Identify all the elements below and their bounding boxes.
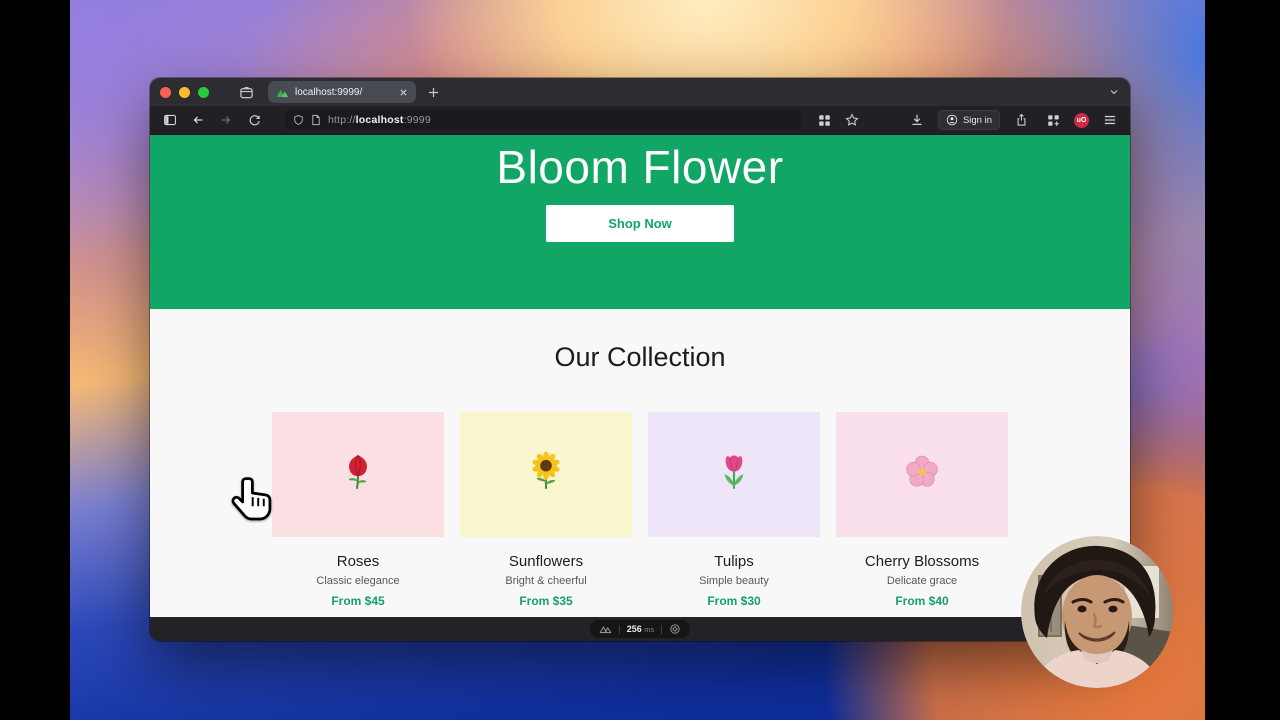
hero-section: Bloom Flower Shop Now [150, 135, 1130, 309]
page-viewport: Bloom Flower Shop Now Our Collection Ros… [150, 135, 1130, 617]
sign-in-button[interactable]: Sign in [938, 110, 1000, 130]
localhost-favicon-icon [276, 87, 289, 98]
extensions-icon[interactable] [1042, 114, 1064, 127]
close-tab-icon[interactable] [399, 88, 408, 97]
reload-button[interactable] [243, 114, 265, 127]
forward-button[interactable] [215, 113, 237, 127]
product-name: Tulips [648, 553, 820, 570]
back-button[interactable] [187, 113, 209, 127]
product-card-cherry-blossoms[interactable]: Cherry Blossoms Delicate grace From $40 [836, 412, 1008, 608]
product-card-roses[interactable]: Roses Classic elegance From $45 [272, 412, 444, 608]
site-title: Bloom Flower [150, 135, 1130, 194]
product-card-tulips[interactable]: Tulips Simple beauty From $30 [648, 412, 820, 608]
menu-hamburger-icon[interactable] [1099, 114, 1121, 126]
flower-icon [337, 451, 379, 498]
navigation-toolbar: http://localhost:9999 [150, 106, 1130, 135]
downloads-icon[interactable] [906, 113, 928, 127]
window-controls [160, 87, 209, 98]
product-price: From $35 [460, 594, 632, 608]
workspace-box-icon[interactable] [239, 85, 254, 100]
product-tagline: Simple beauty [648, 575, 820, 587]
browser-window: localhost:9999/ [150, 78, 1130, 641]
product-name: Roses [272, 553, 444, 570]
tab-list-chevron-icon[interactable] [1108, 86, 1120, 98]
webcam-overlay [1021, 536, 1173, 688]
window-footer: 256 ms [150, 617, 1130, 641]
url-text: http://localhost:9999 [328, 114, 431, 126]
cursor-pointer-hand [228, 474, 280, 528]
ublock-origin-icon[interactable]: uO [1074, 113, 1089, 128]
product-name: Cherry Blossoms [836, 553, 1008, 570]
bookmark-star-icon[interactable] [841, 113, 863, 127]
shop-now-button[interactable]: Shop Now [546, 205, 734, 242]
target-settings-icon[interactable] [669, 623, 681, 635]
collection-section: Our Collection Roses Classic elegance Fr… [150, 309, 1130, 617]
product-tagline: Bright & cheerful [460, 575, 632, 587]
product-tagline: Delicate grace [836, 575, 1008, 587]
desktop-wallpaper: localhost:9999/ [70, 0, 1205, 720]
product-image-tile[interactable] [836, 412, 1008, 537]
product-price: From $45 [272, 594, 444, 608]
share-icon[interactable] [1010, 113, 1032, 127]
minimize-window-button[interactable] [179, 87, 190, 98]
product-name: Sunflowers [460, 553, 632, 570]
address-bar[interactable]: http://localhost:9999 [285, 110, 801, 130]
product-card-row: Roses Classic elegance From $45 Sunflowe… [150, 412, 1130, 608]
new-tab-button[interactable] [428, 87, 439, 98]
product-image-tile[interactable] [460, 412, 632, 537]
flower-icon [713, 451, 755, 498]
tiles-icon[interactable] [813, 114, 835, 127]
flower-icon [901, 451, 943, 498]
tab-bar: localhost:9999/ [150, 78, 1130, 106]
collection-heading: Our Collection [150, 342, 1130, 373]
product-price: From $40 [836, 594, 1008, 608]
product-price: From $30 [648, 594, 820, 608]
page-info-icon[interactable] [311, 114, 321, 126]
flower-icon [525, 451, 567, 498]
sidebar-toggle-icon[interactable] [159, 113, 181, 127]
close-window-button[interactable] [160, 87, 171, 98]
shield-icon[interactable] [293, 114, 304, 126]
browser-tab[interactable]: localhost:9999/ [268, 81, 416, 103]
product-image-tile[interactable] [272, 412, 444, 537]
product-tagline: Classic elegance [272, 575, 444, 587]
sign-in-label: Sign in [963, 115, 992, 126]
tab-title: localhost:9999/ [295, 87, 399, 98]
localhost-logo-icon [599, 624, 612, 634]
dev-status-pill[interactable]: 256 ms [590, 620, 691, 638]
product-image-tile[interactable] [648, 412, 820, 537]
latency-readout: 256 ms [627, 624, 655, 634]
account-icon [946, 114, 958, 126]
product-card-sunflowers[interactable]: Sunflowers Bright & cheerful From $35 [460, 412, 632, 608]
zoom-window-button[interactable] [198, 87, 209, 98]
